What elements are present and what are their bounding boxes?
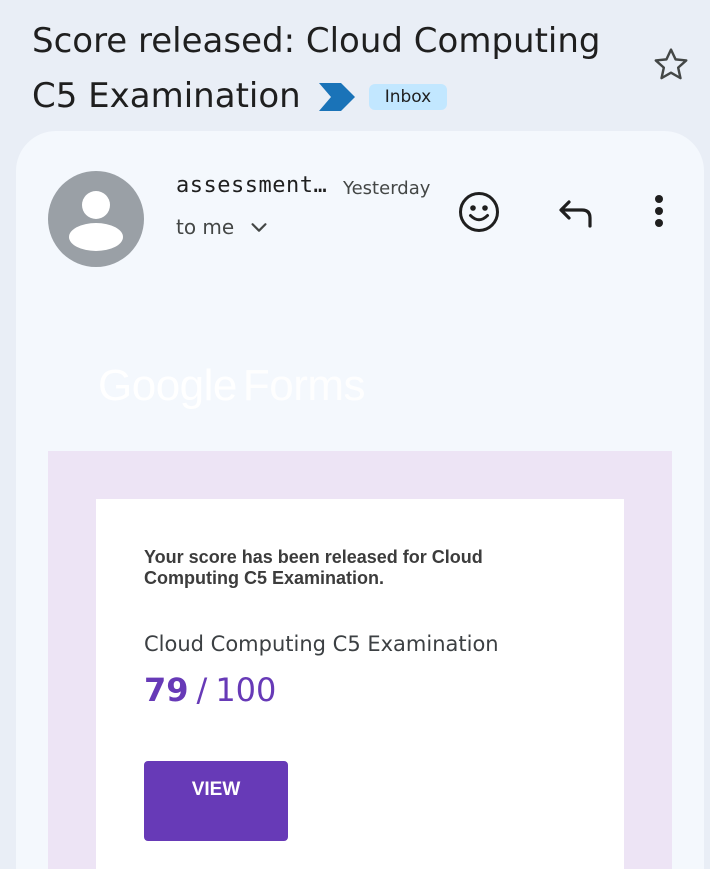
reply-icon[interactable] [554, 191, 598, 235]
message-timestamp: Yesterday [343, 178, 431, 199]
recipient-text: to me [176, 215, 235, 239]
subject-line-2: C5 Examination [32, 76, 301, 116]
more-vert-icon[interactable] [641, 191, 677, 235]
sender-avatar[interactable] [48, 171, 144, 267]
score-release-notice: Your score has been released for Cloud C… [144, 547, 483, 588]
chevron-down-icon [251, 223, 267, 232]
logo-forms-text: Forms [242, 361, 366, 410]
exam-title: Cloud Computing C5 Examination [144, 632, 499, 656]
score-total: 100 [215, 671, 277, 709]
subject-line-2-row: C5 Examination Inbox [32, 69, 632, 124]
view-button[interactable]: VIEW [144, 761, 288, 841]
email-subject: Score released: Cloud Computing C5 Exami… [32, 14, 632, 124]
importance-marker-icon[interactable] [318, 82, 355, 111]
score-card: Your score has been released for Cloud C… [96, 499, 624, 869]
subject-line-1: Score released: Cloud Computing [32, 21, 601, 61]
emoji-icon[interactable] [456, 189, 502, 235]
star-outline-icon[interactable] [650, 44, 692, 86]
inbox-label-chip[interactable]: Inbox [368, 83, 448, 110]
recipient-details-toggle[interactable]: to me [176, 215, 270, 239]
score-display: 79/100 [144, 671, 276, 709]
email-view: Score released: Cloud Computing C5 Exami… [0, 0, 710, 869]
avatar-person-icon [69, 191, 123, 251]
message-card: assessment… Yesterday to me GoogleForms [16, 131, 704, 869]
email-body-frame: Your score has been released for Cloud C… [48, 451, 672, 869]
score-value: 79 [144, 671, 189, 709]
google-forms-logo: Google Forms [98, 361, 366, 411]
logo-google-text: Google [98, 361, 237, 410]
score-separator: / [196, 671, 208, 709]
sender-name[interactable]: assessment… [176, 173, 327, 198]
